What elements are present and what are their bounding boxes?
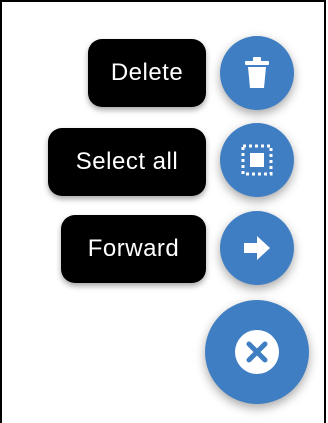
select-all-label-text: Select all [75,148,179,175]
delete-button[interactable] [220,36,294,110]
select-all-button[interactable] [220,123,294,197]
delete-label-text: Delete [110,59,184,86]
select-all-icon [241,144,273,176]
trash-icon [245,57,269,88]
delete-label[interactable]: Delete [88,39,206,107]
screen-frame: Delete Select all Forward [0,0,326,423]
select-all-label[interactable]: Select all [48,128,206,196]
forward-button[interactable] [220,211,294,285]
close-fab-button[interactable] [205,300,309,404]
forward-label[interactable]: Forward [61,215,206,283]
close-icon [235,330,279,374]
forward-label-text: Forward [87,235,180,262]
arrow-right-icon [244,236,270,260]
